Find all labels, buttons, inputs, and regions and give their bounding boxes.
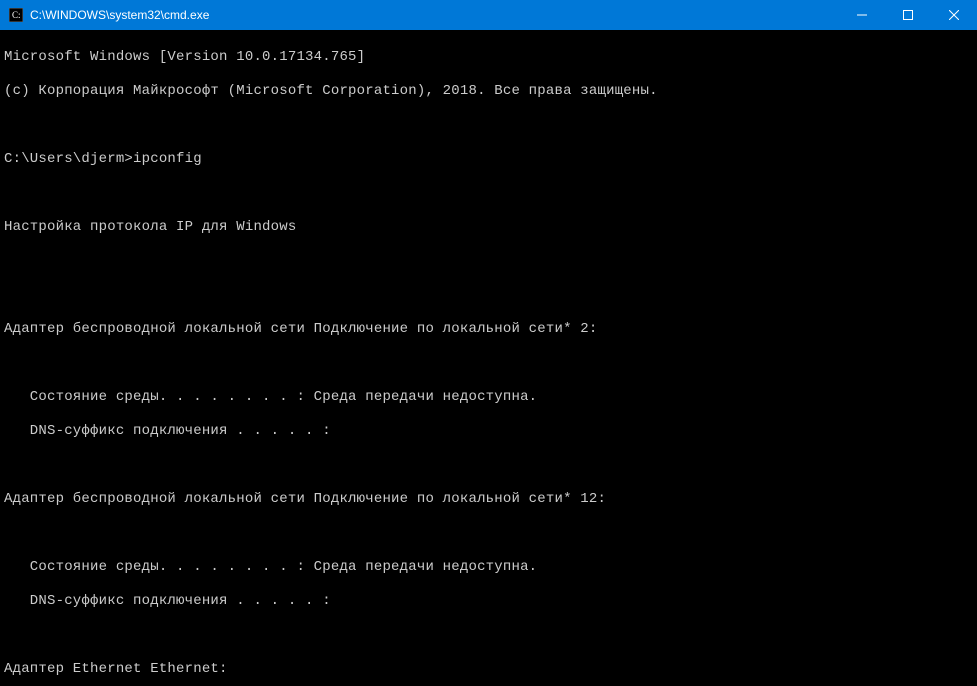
- blank-line: [4, 117, 973, 134]
- adapter-dns: DNS-суффикс подключения . . . . . :: [4, 593, 973, 610]
- prompt-line-1: C:\Users\djerm>ipconfig: [4, 151, 973, 168]
- svg-text:C:: C:: [12, 10, 21, 20]
- os-version-line: Microsoft Windows [Version 10.0.17134.76…: [4, 49, 973, 66]
- cmd-icon: C:: [8, 7, 24, 23]
- window-title: C:\WINDOWS\system32\cmd.exe: [30, 8, 839, 22]
- adapter-title: Адаптер Ethernet Ethernet:: [4, 661, 973, 678]
- copyright-line: (c) Корпорация Майкрософт (Microsoft Cor…: [4, 83, 973, 100]
- terminal-output[interactable]: Microsoft Windows [Version 10.0.17134.76…: [0, 30, 977, 686]
- ipconfig-heading: Настройка протокола IP для Windows: [4, 219, 973, 236]
- blank-line: [4, 355, 973, 372]
- maximize-button[interactable]: [885, 0, 931, 30]
- cmd-window: C: C:\WINDOWS\system32\cmd.exe Microsoft…: [0, 0, 977, 686]
- blank-line: [4, 185, 973, 202]
- adapter-title: Адаптер беспроводной локальной сети Подк…: [4, 321, 973, 338]
- blank-line: [4, 287, 973, 304]
- window-controls: [839, 0, 977, 30]
- close-icon: [949, 10, 959, 20]
- adapter-title: Адаптер беспроводной локальной сети Подк…: [4, 491, 973, 508]
- adapter-state: Состояние среды. . . . . . . . : Среда п…: [4, 559, 973, 576]
- blank-line: [4, 627, 973, 644]
- titlebar[interactable]: C: C:\WINDOWS\system32\cmd.exe: [0, 0, 977, 30]
- blank-line: [4, 525, 973, 542]
- adapter-state: Состояние среды. . . . . . . . : Среда п…: [4, 389, 973, 406]
- minimize-button[interactable]: [839, 0, 885, 30]
- adapter-dns: DNS-суффикс подключения . . . . . :: [4, 423, 973, 440]
- blank-line: [4, 253, 973, 270]
- minimize-icon: [857, 10, 867, 20]
- close-button[interactable]: [931, 0, 977, 30]
- blank-line: [4, 457, 973, 474]
- maximize-icon: [903, 10, 913, 20]
